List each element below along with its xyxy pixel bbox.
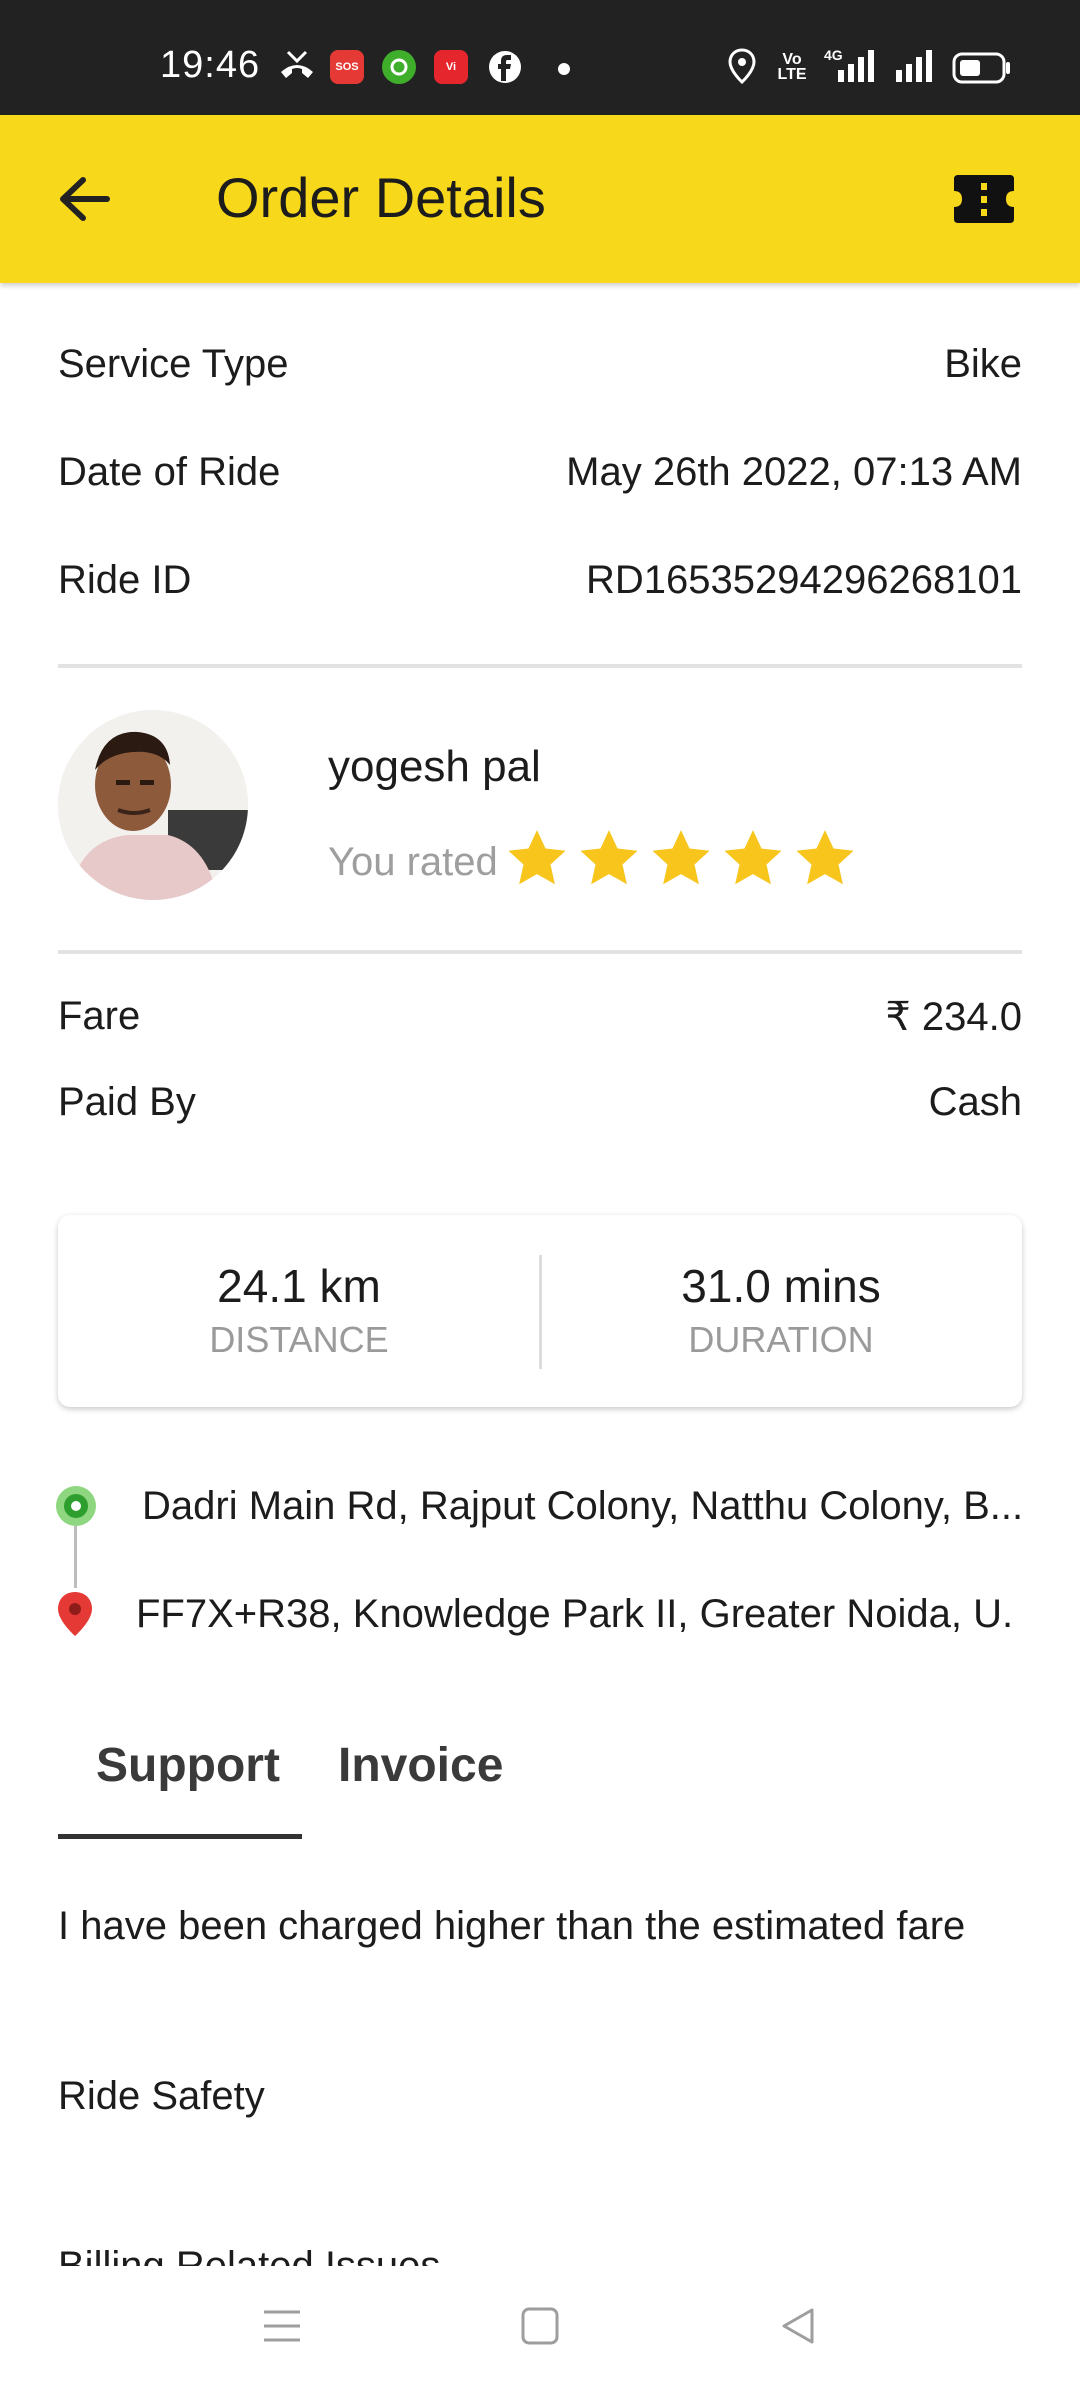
- date-of-ride-value: May 26th 2022, 07:13 AM: [566, 450, 1022, 494]
- support-list-clip: Billing Related Issues: [0, 2220, 1080, 2266]
- home-nav-button[interactable]: [520, 2306, 560, 2351]
- location-icon: [728, 48, 756, 89]
- fare-row: Fare ₹ 234.0: [58, 994, 1022, 1040]
- paid-by-label: Paid By: [58, 1080, 196, 1124]
- facebook-icon: [488, 50, 522, 89]
- star-icon: [508, 830, 566, 885]
- paid-by-value: Cash: [928, 1080, 1022, 1124]
- signal-strength-2-icon: [892, 48, 938, 89]
- divider: [58, 950, 1022, 954]
- app-bar: Order Details: [0, 115, 1080, 283]
- ride-id-value: RD1653529429626810​1: [586, 558, 1022, 602]
- duration-stat: 31.0 mins DURATION: [540, 1259, 1022, 1361]
- ride-id-row: Ride ID RD1653529429626810​1: [58, 558, 1022, 603]
- vi-app-icon: Vi: [434, 50, 468, 84]
- menu-icon: [264, 2310, 300, 2342]
- date-of-ride-label: Date of Ride: [58, 450, 281, 494]
- distance-label: DISTANCE: [209, 1319, 389, 1360]
- volte-label: Vo LTE: [777, 51, 807, 83]
- service-type-label: Service Type: [58, 342, 289, 386]
- system-nav-bar: [0, 2266, 1080, 2400]
- support-item-ride-safety[interactable]: Ride Safety: [58, 2074, 265, 2119]
- drop-pin-icon: [56, 1590, 94, 1643]
- home-square-icon: [521, 2307, 559, 2345]
- fare-label: Fare: [58, 994, 141, 1038]
- rated-label: You rated: [328, 840, 498, 884]
- duration-value: 31.0 mins: [681, 1260, 881, 1312]
- star-icon: [796, 830, 854, 885]
- more-notifications-dot: [558, 63, 570, 75]
- ticket-icon: [954, 175, 1014, 223]
- drop-address: FF7X+R38, Knowledge Park II, Greater Noi…: [136, 1592, 1016, 1636]
- tab-support[interactable]: Support: [96, 1738, 280, 1793]
- ride-id-label: Ride ID: [58, 558, 192, 602]
- status-time: 19:46: [160, 44, 261, 86]
- date-of-ride-row: Date of Ride May 26th 2022, 07:13 AM: [58, 450, 1022, 495]
- star-icon: [652, 830, 710, 885]
- driver-name: yogesh pal: [328, 742, 541, 791]
- star-icon: [580, 830, 638, 885]
- dunzo-app-icon: [382, 50, 416, 84]
- divider: [58, 664, 1022, 668]
- menu-nav-button[interactable]: [262, 2306, 302, 2351]
- driver-avatar: [58, 710, 248, 900]
- service-type-row: Service Type Bike: [58, 342, 1022, 387]
- tab-invoice[interactable]: Invoice: [338, 1738, 503, 1793]
- ride-stats-card: 24.1 km DISTANCE 31.0 mins DURATION: [58, 1215, 1022, 1407]
- fare-value: ₹ 234.0: [885, 995, 1022, 1039]
- duration-label: DURATION: [688, 1319, 874, 1360]
- distance-stat: 24.1 km DISTANCE: [58, 1259, 540, 1361]
- rating-stars: [504, 826, 858, 892]
- signal-strength-icon: [834, 48, 880, 89]
- back-nav-button[interactable]: [778, 2306, 818, 2351]
- status-bar: 19:46 SOS Vi Vo LTE 4G: [0, 0, 1080, 115]
- route-line: [74, 1526, 77, 1588]
- distance-value: 24.1 km: [217, 1260, 381, 1312]
- back-button[interactable]: [52, 167, 116, 231]
- star-icon: [724, 830, 782, 885]
- pickup-address: Dadri Main Rd, Rajput Colony, Natthu Col…: [142, 1484, 1022, 1528]
- paid-by-row: Paid By Cash: [58, 1080, 1022, 1125]
- back-triangle-icon: [782, 2308, 814, 2344]
- page-title: Order Details: [216, 166, 546, 229]
- missed-call-icon: [278, 48, 316, 87]
- support-item-higher-fare[interactable]: I have been charged higher than the esti…: [58, 1904, 965, 1949]
- support-item-billing[interactable]: Billing Related Issues: [58, 2244, 440, 2266]
- back-arrow-icon: [60, 177, 110, 221]
- support-ticket-button[interactable]: [952, 171, 1016, 227]
- battery-icon: [952, 52, 1012, 89]
- service-type-value: Bike: [944, 342, 1022, 386]
- sos-app-icon: SOS: [330, 50, 364, 84]
- active-tab-indicator: [58, 1834, 302, 1839]
